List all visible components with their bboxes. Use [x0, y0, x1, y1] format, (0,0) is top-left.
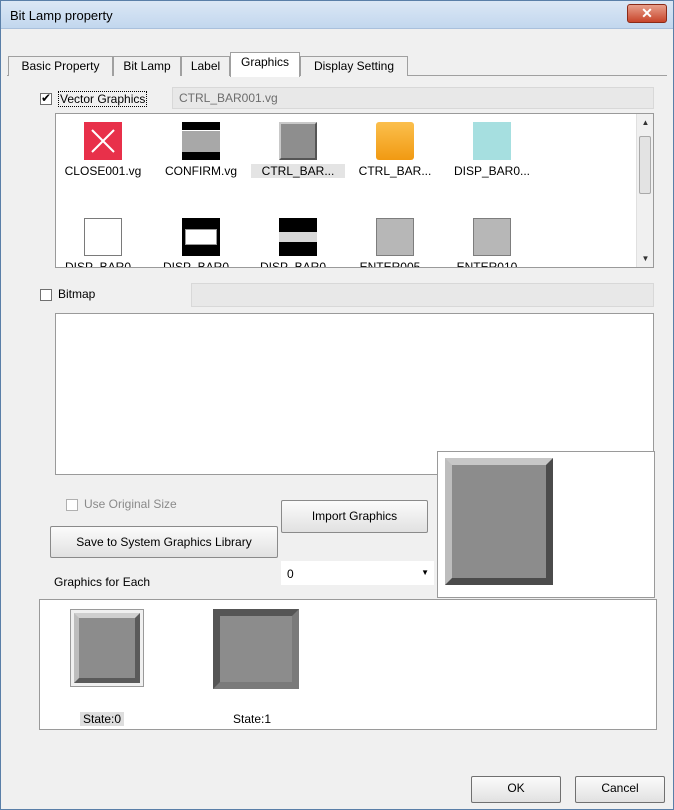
vector-item-disp-bar-4[interactable]: DISP_BAR0... — [251, 218, 345, 268]
vector-item-disp-bar-1[interactable]: DISP_BAR0... — [445, 122, 539, 178]
disp-bar-black-white-icon — [182, 218, 220, 256]
vector-item-enter005[interactable]: ENTER005... — [348, 218, 442, 268]
use-original-size-checkbox[interactable] — [66, 499, 78, 511]
tab-graphics[interactable]: Graphics — [230, 52, 300, 77]
tab-label: Bit Lamp — [123, 59, 171, 73]
tab-label[interactable]: Label — [181, 56, 230, 76]
tab-bar: Basic Property Bit Lamp Label Graphics D… — [7, 52, 667, 77]
preview-ctrl-bar-image — [445, 458, 553, 585]
graphics-for-each-label: Graphics for Each — [54, 575, 151, 589]
vector-item-disp-bar-2[interactable]: DISP_BAR0... — [56, 218, 150, 268]
vector-graphics-label: Vector Graphics — [58, 91, 148, 107]
enter-gray-icon — [376, 218, 414, 256]
close-x-icon — [84, 122, 122, 160]
ctrl-bar-orange-icon — [376, 122, 414, 160]
cancel-button[interactable]: Cancel — [575, 776, 665, 803]
ctrl-bar-gray-icon — [279, 122, 317, 160]
vector-item-label: CONFIRM.vg — [165, 164, 237, 178]
disp-bar-teal-icon — [473, 122, 511, 160]
vector-item-label: DISP_BAR0... — [64, 260, 142, 268]
state-1-label: State:1 — [233, 712, 272, 726]
use-original-size-label: Use Original Size — [84, 497, 177, 511]
close-icon: ✕ — [641, 5, 653, 21]
confirm-bar-icon — [182, 122, 220, 160]
import-graphics-button[interactable]: Import Graphics — [281, 500, 428, 533]
bitmap-label: Bitmap — [58, 287, 96, 301]
enter-gray-icon — [473, 218, 511, 256]
vector-item-label: DISP_BAR0... — [259, 260, 337, 268]
ok-button[interactable]: OK — [471, 776, 561, 803]
disp-bar-black-icon — [279, 218, 317, 256]
vector-item-label: ENTER005... — [359, 260, 431, 268]
vector-item-disp-bar-3[interactable]: DISP_BAR0... — [154, 218, 248, 268]
chevron-down-icon: ▼ — [421, 568, 429, 577]
save-to-library-button[interactable]: Save to System Graphics Library — [50, 526, 278, 558]
vector-file-field: CTRL_BAR001.vg — [172, 87, 654, 109]
state-0-label: State:0 — [80, 712, 125, 726]
disp-bar-white-icon — [84, 218, 122, 256]
scroll-up-arrow-icon[interactable]: ▲ — [637, 114, 653, 131]
state-0-graphic — [74, 613, 140, 683]
graphics-for-each-select[interactable]: 0 ▼ — [281, 561, 434, 585]
scroll-down-arrow-icon[interactable]: ▼ — [637, 250, 653, 267]
tab-label-text: Label — [190, 59, 221, 73]
bit-lamp-property-dialog: Bit Lamp property ✕ Basic Property Bit L… — [0, 0, 674, 810]
graphics-panel: Vector Graphics CTRL_BAR001.vg CLOSE001.… — [7, 76, 667, 758]
vector-item-enter010[interactable]: ENTER010... — [445, 218, 539, 268]
vector-item-ctrl-bar-2[interactable]: CTRL_BAR... — [348, 122, 442, 178]
vector-item-label: DISP_BAR0... — [162, 260, 240, 268]
vector-item-close001[interactable]: CLOSE001.vg — [56, 122, 150, 178]
tab-label: Basic Property — [21, 59, 100, 73]
bitmap-file-field — [191, 283, 654, 307]
graphics-for-each-value: 0 — [287, 567, 294, 581]
scroll-thumb[interactable] — [639, 136, 651, 194]
vector-list-scrollbar[interactable]: ▲ ▼ — [636, 114, 653, 267]
title-bar: Bit Lamp property ✕ — [1, 1, 673, 29]
state-graphics-list[interactable]: State:0 State:1 — [39, 599, 657, 730]
tab-label: Display Setting — [313, 59, 395, 73]
vector-item-ctrl-bar-1[interactable]: CTRL_BAR... — [251, 122, 345, 178]
tab-label: Graphics — [240, 55, 290, 69]
vector-item-label: CTRL_BAR... — [251, 164, 345, 178]
graphics-preview — [437, 451, 655, 598]
state-1-tile[interactable] — [213, 609, 299, 689]
vector-item-label: CTRL_BAR... — [358, 164, 432, 178]
vector-item-confirm[interactable]: CONFIRM.vg — [154, 122, 248, 178]
state-0-tile[interactable] — [70, 609, 144, 687]
tab-bit-lamp[interactable]: Bit Lamp — [113, 56, 181, 76]
vector-item-label: DISP_BAR0... — [453, 164, 531, 178]
vector-item-label: CLOSE001.vg — [64, 164, 142, 178]
close-button[interactable]: ✕ — [627, 4, 667, 23]
window-title: Bit Lamp property — [10, 8, 113, 23]
bitmap-checkbox[interactable] — [40, 289, 52, 301]
tab-basic-property[interactable]: Basic Property — [8, 56, 113, 76]
vector-graphics-checkbox[interactable] — [40, 91, 52, 105]
vector-graphics-list[interactable]: CLOSE001.vg CONFIRM.vg CTRL_BAR... CTRL_… — [55, 113, 654, 268]
vector-item-label: ENTER010... — [456, 260, 528, 268]
tab-display-setting[interactable]: Display Setting — [300, 56, 408, 76]
